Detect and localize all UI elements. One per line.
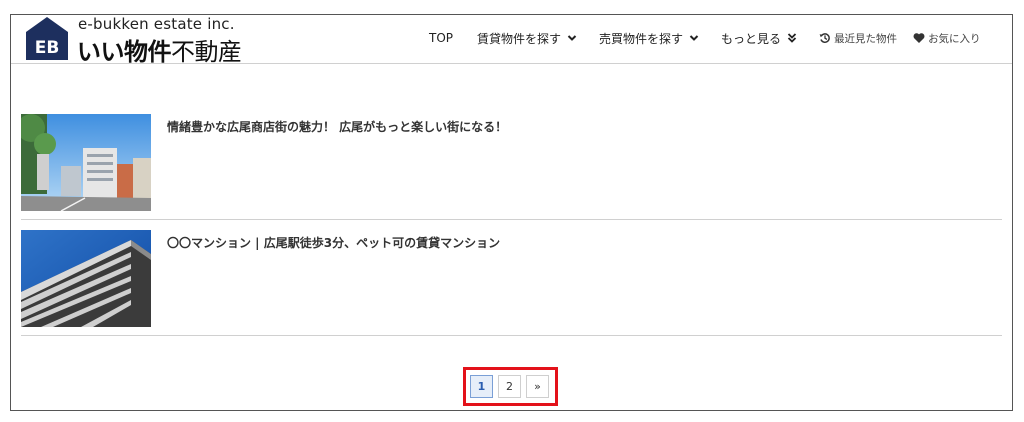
nav-rent-label: 賃貸物件を探す [477,31,562,46]
site-header: EB e-bukken estate inc. いい物件不動産 TOP 賃貸物件… [11,15,1012,66]
nav-top[interactable]: TOP [429,31,453,45]
next-page-button[interactable]: » [526,375,549,398]
nav-sale-dropdown[interactable]: 売買物件を探す [599,30,699,47]
nav-more-label: もっと見る [721,31,782,46]
brand-name-bold: いい物件 [77,38,172,66]
nav-favorites[interactable]: お気に入り [913,31,981,46]
nav-recent-viewed[interactable]: 最近見た物件 [819,31,897,46]
history-icon [819,33,830,44]
nav-top-label: TOP [429,31,454,45]
svg-text:EB: EB [35,38,60,58]
site-logo[interactable]: EB e-bukken estate inc. いい物件不動産 [25,15,265,66]
double-chevron-down-icon [787,33,797,43]
article-list: 情緒豊かな広尾商店街の魅力！ 広尾がもっと楽しい街になる！ 〇〇マンション | … [21,114,1002,336]
mansion-photo-thumbnail[interactable] [21,230,151,327]
main-nav: TOP 賃貸物件を探す 売買物件を探す もっと見る 最近見た物件 お気に入り [429,28,981,48]
company-name: e-bukken estate inc. [78,15,235,33]
house-logo-icon: EB [26,17,68,60]
page-button-current[interactable]: 1 [470,375,493,398]
page-frame: EB e-bukken estate inc. いい物件不動産 TOP 賃貸物件… [10,14,1013,411]
list-item[interactable]: 情緒豊かな広尾商店街の魅力！ 広尾がもっと楽しい街になる！ [21,114,1002,220]
street-photo-thumbnail[interactable] [21,114,151,211]
nav-sale-label: 売買物件を探す [599,31,684,46]
nav-more-dropdown[interactable]: もっと見る [721,30,797,47]
pagination: 1 2 » [470,375,549,398]
page-button[interactable]: 2 [498,375,521,398]
list-item[interactable]: 〇〇マンション | 広尾駅徒歩3分、ペット可の賃貸マンション [21,230,1002,336]
pagination-highlight: 1 2 » [463,367,558,406]
chevron-down-icon [567,35,577,41]
article-title[interactable]: 情緒豊かな広尾商店街の魅力！ 広尾がもっと楽しい街になる！ [167,118,507,135]
brand-name-regular: 不動産 [171,38,242,66]
nav-favorites-label: お気に入り [928,32,981,45]
nav-rent-dropdown[interactable]: 賃貸物件を探す [477,30,577,47]
article-title[interactable]: 〇〇マンション | 広尾駅徒歩3分、ペット可の賃貸マンション [167,234,500,251]
chevron-down-icon [689,35,699,41]
brand-name: いい物件不動産 [77,32,242,67]
heart-icon [913,33,925,43]
nav-recent-label: 最近見た物件 [834,32,898,45]
